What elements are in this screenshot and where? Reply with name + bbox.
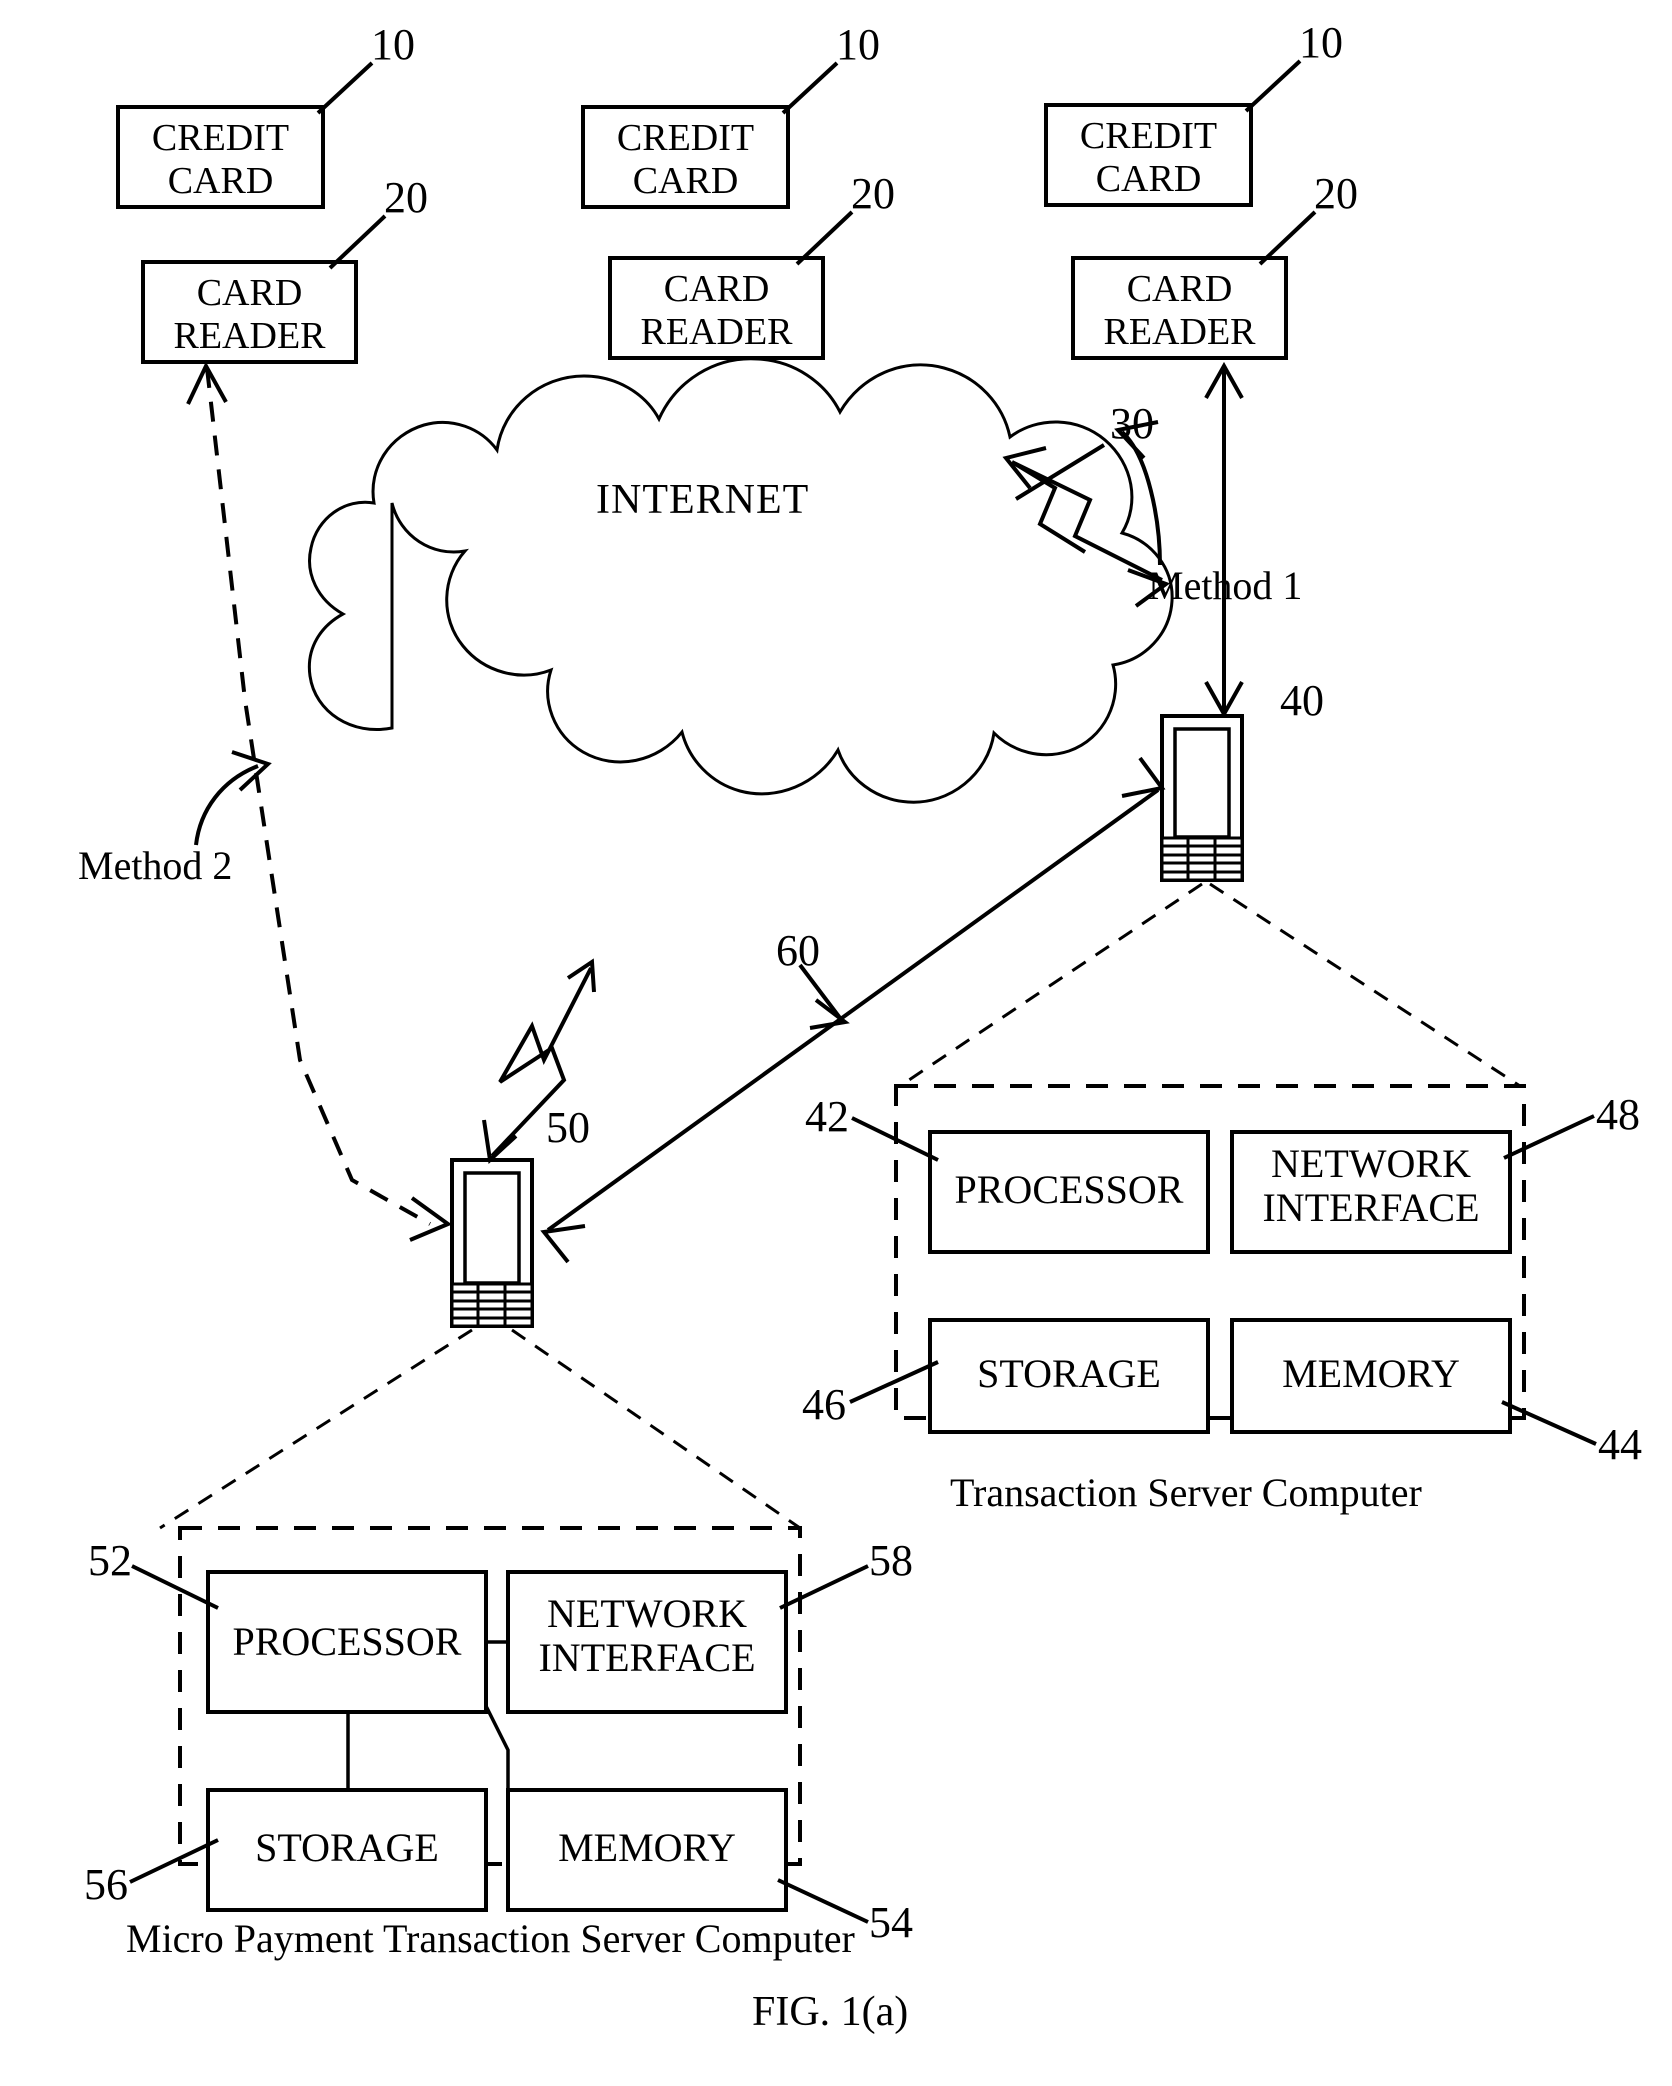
transaction-server-caption: Transaction Server Computer bbox=[950, 1470, 1422, 1515]
mp-processor-label: PROCESSOR bbox=[232, 1619, 462, 1664]
leader-ts-memory bbox=[1501, 1400, 1597, 1446]
phone-50-keypad bbox=[450, 1282, 534, 1328]
leader-credit-card-3 bbox=[1244, 59, 1302, 113]
leader-ts-network-interface bbox=[1503, 1114, 1595, 1160]
arrow-cloud-phone50-head-down bbox=[482, 1119, 518, 1165]
internet-label: INTERNET bbox=[596, 477, 810, 523]
internet-cloud-shape bbox=[307, 357, 1174, 804]
ref-30: 30 bbox=[1110, 399, 1154, 448]
ref-20-b: 20 bbox=[851, 169, 895, 218]
ref-10-c: 10 bbox=[1299, 18, 1343, 67]
ref-20-c: 20 bbox=[1314, 169, 1358, 218]
credit-card-label-1: CREDIT CARD bbox=[151, 117, 290, 202]
arrow-link60-head-right bbox=[1121, 756, 1166, 798]
credit-card-label-3: CREDIT CARD bbox=[1079, 115, 1218, 200]
ts-memory-label: MEMORY bbox=[1282, 1351, 1460, 1396]
card-reader-label-3: CARD READER bbox=[1103, 268, 1256, 353]
patent-figure-page: CREDIT CARD CREDIT CARD CREDIT CARD CARD… bbox=[0, 0, 1672, 2086]
phone-50-screen bbox=[463, 1171, 521, 1285]
card-reader-label-2: CARD READER bbox=[640, 268, 793, 353]
ref-42: 42 bbox=[805, 1092, 849, 1141]
ref-44: 44 bbox=[1598, 1420, 1642, 1469]
mp-conn-proc-memory bbox=[484, 1705, 510, 1790]
figure-label: FIG. 1(a) bbox=[752, 1989, 909, 2035]
fan-line-phone40-left bbox=[899, 882, 1203, 1088]
leader-credit-card-1 bbox=[316, 61, 374, 115]
ts-storage-label: STORAGE bbox=[977, 1351, 1161, 1396]
arrow-link60-head-left bbox=[540, 1224, 586, 1264]
method2-curve bbox=[194, 764, 259, 846]
ts-processor-label: PROCESSOR bbox=[954, 1167, 1184, 1212]
ref-56: 56 bbox=[84, 1860, 128, 1909]
ref-20-a: 20 bbox=[384, 173, 428, 222]
ref-60: 60 bbox=[776, 926, 820, 975]
ref-58: 58 bbox=[869, 1536, 913, 1585]
mp-memory-label: MEMORY bbox=[558, 1825, 736, 1870]
leader-credit-card-2 bbox=[781, 61, 839, 115]
card-reader-label-1: CARD READER bbox=[173, 272, 326, 357]
leader-mp-processor bbox=[131, 1564, 219, 1610]
ref-50: 50 bbox=[546, 1103, 590, 1152]
ref-40: 40 bbox=[1280, 676, 1324, 725]
method2-head-right bbox=[409, 1196, 453, 1242]
ref-10-a: 10 bbox=[371, 20, 415, 69]
method-1-label: Method 1 bbox=[1148, 563, 1303, 608]
mp-storage-label: STORAGE bbox=[255, 1825, 439, 1870]
ts-network-interface-label: NETWORK INTERFACE bbox=[1262, 1141, 1480, 1230]
leader-mp-network-interface bbox=[779, 1564, 869, 1610]
ref-54: 54 bbox=[869, 1898, 913, 1947]
fan-line-phone50-left bbox=[159, 1328, 473, 1530]
fan-line-phone50-right bbox=[511, 1328, 801, 1530]
micro-payment-server-caption: Micro Payment Transaction Server Compute… bbox=[126, 1916, 855, 1961]
phone-40-keypad bbox=[1160, 836, 1244, 882]
ref-46: 46 bbox=[802, 1380, 846, 1429]
ref-10-b: 10 bbox=[836, 20, 880, 69]
ref-48: 48 bbox=[1596, 1090, 1640, 1139]
method-2-label: Method 2 bbox=[78, 843, 233, 888]
leader-mp-storage bbox=[129, 1838, 219, 1884]
mp-network-interface-label: NETWORK INTERFACE bbox=[538, 1591, 756, 1680]
fan-line-phone40-right bbox=[1209, 882, 1521, 1088]
ref-52: 52 bbox=[88, 1536, 132, 1585]
credit-card-label-2: CREDIT CARD bbox=[616, 117, 755, 202]
phone-40-screen bbox=[1173, 727, 1231, 839]
